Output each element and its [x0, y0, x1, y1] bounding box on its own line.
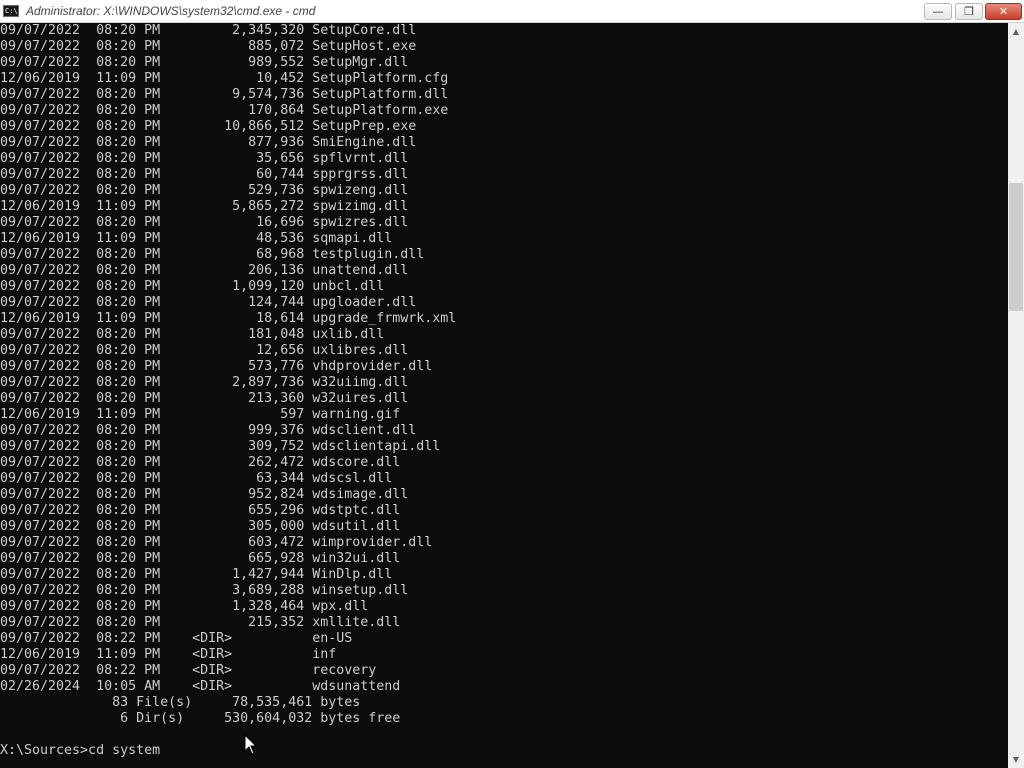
- close-button[interactable]: ✕: [985, 3, 1022, 20]
- console-line: 12/06/2019 11:09 PM <DIR> inf: [0, 647, 337, 662]
- scroll-down-arrow-icon[interactable]: ▼: [1008, 751, 1024, 768]
- console-line: 09/07/2022 08:20 PM 170,864 SetupPlatfor…: [0, 103, 449, 118]
- console-line: 09/07/2022 08:20 PM 989,552 SetupMgr.dll: [0, 55, 409, 70]
- console-line: 09/07/2022 08:20 PM 877,936 SmiEngine.dl…: [0, 135, 417, 150]
- title-bar[interactable]: C:\ Administrator: X:\WINDOWS\system32\c…: [0, 0, 1024, 23]
- console-line: 09/07/2022 08:20 PM 665,928 win32ui.dll: [0, 551, 401, 566]
- console-output[interactable]: 09/07/2022 08:20 PM 2,345,320 SetupCore.…: [0, 23, 1008, 768]
- console-line: 09/07/2022 08:20 PM 215,352 xmllite.dll: [0, 615, 401, 630]
- mouse-pointer-icon: [244, 734, 258, 755]
- console-line: 02/26/2024 10:05 AM <DIR> wdsunattend: [0, 679, 401, 694]
- console-line: 09/07/2022 08:22 PM <DIR> en-US: [0, 631, 353, 646]
- console-text: 09/07/2022 08:20 PM 2,345,320 SetupCore.…: [0, 23, 1008, 759]
- console-line: 83 File(s) 78,535,461 bytes: [0, 695, 361, 710]
- vertical-scrollbar[interactable]: ▲ ▼: [1008, 23, 1024, 768]
- console-line: 09/07/2022 08:20 PM 206,136 unattend.dll: [0, 263, 409, 278]
- console-line: 09/07/2022 08:20 PM 16,696 spwizres.dll: [0, 215, 409, 230]
- console-line: X:\Sources>cd system: [0, 743, 161, 758]
- console-line: 09/07/2022 08:20 PM 262,472 wdscore.dll: [0, 455, 401, 470]
- console-line: 09/07/2022 08:20 PM 10,866,512 SetupPrep…: [0, 119, 417, 134]
- console-line: 09/07/2022 08:20 PM 573,776 vhdprovider.…: [0, 359, 433, 374]
- scrollbar-thumb[interactable]: [1009, 183, 1023, 311]
- console-line: 09/07/2022 08:20 PM 2,345,320 SetupCore.…: [0, 23, 417, 38]
- console-line: 09/07/2022 08:20 PM 999,376 wdsclient.dl…: [0, 423, 417, 438]
- console-line: 09/07/2022 08:20 PM 529,736 spwizeng.dll: [0, 183, 409, 198]
- console-line: 09/07/2022 08:20 PM 60,744 spprgrss.dll: [0, 167, 409, 182]
- console-line: 09/07/2022 08:20 PM 952,824 wdsimage.dll: [0, 487, 409, 502]
- console-line: 09/07/2022 08:20 PM 2,897,736 w32uiimg.d…: [0, 375, 409, 390]
- console-line: 09/07/2022 08:20 PM 3,689,288 winsetup.d…: [0, 583, 409, 598]
- scroll-up-arrow-icon[interactable]: ▲: [1008, 23, 1024, 40]
- console-line: 09/07/2022 08:20 PM 885,072 SetupHost.ex…: [0, 39, 417, 54]
- console-line: 09/07/2022 08:20 PM 213,360 w32uires.dll: [0, 391, 409, 406]
- cmd-icon: C:\: [3, 5, 19, 17]
- console-line: 12/06/2019 11:09 PM 10,452 SetupPlatform…: [0, 71, 449, 86]
- console-line: 12/06/2019 11:09 PM 597 warning.gif: [0, 407, 401, 422]
- minimize-button[interactable]: —: [924, 3, 952, 20]
- restore-button[interactable]: ❐: [955, 3, 983, 20]
- console-line: 09/07/2022 08:20 PM 35,656 spflvrnt.dll: [0, 151, 409, 166]
- console-line: 09/07/2022 08:20 PM 1,328,464 wpx.dll: [0, 599, 369, 614]
- console-line: 09/07/2022 08:22 PM <DIR> recovery: [0, 663, 377, 678]
- console-line: 09/07/2022 08:20 PM 9,574,736 SetupPlatf…: [0, 87, 449, 102]
- window-title: Administrator: X:\WINDOWS\system32\cmd.e…: [26, 4, 316, 18]
- console-line: 09/07/2022 08:20 PM 655,296 wdstptc.dll: [0, 503, 401, 518]
- console-line: 09/07/2022 08:20 PM 1,099,120 unbcl.dll: [0, 279, 385, 294]
- console-line: 09/07/2022 08:20 PM 1,427,944 WinDlp.dll: [0, 567, 393, 582]
- console-line: 09/07/2022 08:20 PM 63,344 wdscsl.dll: [0, 471, 393, 486]
- console-line: 09/07/2022 08:20 PM 68,968 testplugin.dl…: [0, 247, 425, 262]
- console-line: 09/07/2022 08:20 PM 603,472 wimprovider.…: [0, 535, 433, 550]
- console-line: 09/07/2022 08:20 PM 309,752 wdsclientapi…: [0, 439, 441, 454]
- console-line: 09/07/2022 08:20 PM 12,656 uxlibres.dll: [0, 343, 409, 358]
- console-line: 09/07/2022 08:20 PM 181,048 uxlib.dll: [0, 327, 385, 342]
- console-line: 6 Dir(s) 530,604,032 bytes free: [0, 711, 401, 726]
- console-line: 12/06/2019 11:09 PM 18,614 upgrade_frmwr…: [0, 311, 457, 326]
- console-line: 09/07/2022 08:20 PM 305,000 wdsutil.dll: [0, 519, 401, 534]
- console-line: 12/06/2019 11:09 PM 48,536 sqmapi.dll: [0, 231, 393, 246]
- console-line: 09/07/2022 08:20 PM 124,744 upgloader.dl…: [0, 295, 417, 310]
- console-line: 12/06/2019 11:09 PM 5,865,272 spwizimg.d…: [0, 199, 409, 214]
